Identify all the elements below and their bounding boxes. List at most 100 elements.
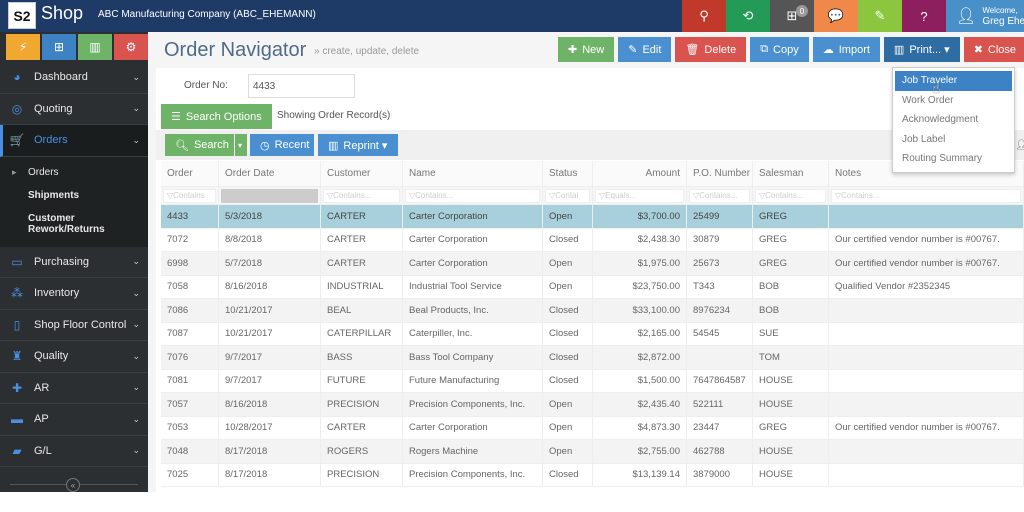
brand-name: Shop — [41, 3, 84, 23]
close-button[interactable]: ✖ Close — [963, 37, 1024, 62]
sidebar-item-g-l[interactable]: ▰ G/L ⌄ — [0, 436, 148, 467]
filter-input[interactable]: ▽ Contains... — [405, 188, 540, 203]
filter-cell — [219, 187, 321, 204]
copy-label: Copy — [773, 43, 799, 56]
filter-input[interactable]: ▽ Contains — [163, 188, 216, 203]
search-options-button[interactable]: ☰ Search Options — [161, 104, 272, 129]
table-row[interactable]: 7076 9/7/2017 BASS Bass Tool Company Closed $… — [161, 346, 1024, 370]
chevron-down-icon: ⌄ — [132, 134, 140, 145]
filter-input[interactable]: ▽ Contains... — [831, 188, 1021, 203]
cell-customer: INDUSTRIAL — [321, 275, 403, 298]
print-button[interactable]: ▥ Print... ▾ — [883, 37, 960, 62]
sidebar-item-ar[interactable]: ✚ AR ⌄ — [0, 373, 148, 404]
org-chart-button[interactable]: ⊞ 0 — [770, 0, 814, 32]
cell-order: 7053 — [161, 416, 219, 439]
search-dropdown-button[interactable]: ▾ — [235, 134, 247, 156]
filter-input[interactable]: ▽ Contains... — [755, 188, 826, 203]
sitemap-button[interactable]: ⊞ — [42, 34, 76, 60]
copy-button[interactable]: ⧉ Copy — [750, 37, 809, 62]
sidebar-collapse[interactable]: « — [0, 478, 148, 492]
table-row[interactable]: 7086 10/21/2017 BEAL Beal Products, Inc. Clo… — [161, 299, 1024, 323]
lightning-button[interactable]: ⚡ — [6, 34, 40, 60]
filter-input[interactable]: ▽ Contains... — [689, 188, 750, 203]
table-row[interactable]: 7025 8/17/2018 PRECISION Precision Componen… — [161, 463, 1024, 487]
sidebar-item-label: Purchasing — [34, 255, 90, 268]
table-row[interactable]: 7081 9/7/2017 FUTURE Future Manufacturing Cl… — [161, 369, 1024, 393]
gears-button[interactable]: ⚙ — [114, 34, 148, 60]
cell-order-date: 8/17/2018 — [219, 440, 321, 463]
column-header[interactable]: Status — [543, 161, 593, 186]
welcome-text: Welcome, — [982, 6, 1018, 15]
help-button[interactable]: ? — [902, 0, 946, 32]
rocket-button[interactable]: ⚲ — [682, 0, 726, 32]
cell-amount: $1,500.00 — [593, 369, 687, 392]
reprint-button[interactable]: ▥ Reprint ▾ — [318, 134, 398, 156]
table-row[interactable]: 7072 8/8/2018 CARTER Carter Corporation Clos… — [161, 228, 1024, 252]
import-icon: ☁ — [822, 44, 834, 56]
cell-p-o-number: T343 — [687, 275, 753, 298]
order-no-input[interactable] — [248, 74, 355, 98]
sidebar-item-orders[interactable]: 🛒 Orders ⌄ — [0, 125, 148, 157]
print-menu-item-acknowledgment[interactable]: Acknowledgment — [893, 110, 1014, 130]
cell-salesman: BOB — [753, 275, 829, 298]
sidebar-item-quality[interactable]: ♜ Quality ⌄ — [0, 341, 148, 373]
table-row[interactable]: 7058 8/16/2018 INDUSTRIAL Industrial Tool S… — [161, 275, 1024, 299]
chevron-down-icon: ⌄ — [132, 103, 140, 114]
delete-button[interactable]: 🗑 Delete — [675, 37, 747, 62]
new-label: New — [582, 43, 605, 56]
table-row[interactable]: 7048 8/17/2018 ROGERS Rogers Machine Open $2,… — [161, 440, 1024, 464]
table-row[interactable]: 6998 5/7/2018 CARTER Carter Corporation Open… — [161, 252, 1024, 276]
user-menu[interactable]: 👤︎ Welcome,Greg Ehemann — [946, 0, 1024, 32]
cell-customer: CATERPILLAR — [321, 322, 403, 345]
cell-p-o-number — [687, 346, 753, 369]
submenu-item-shipments[interactable]: Shipments — [0, 184, 148, 207]
edit-button[interactable]: ✎ Edit — [618, 37, 672, 62]
new-button[interactable]: ✚ New — [558, 37, 615, 62]
search-button[interactable]: 🔍︎ Search — [165, 134, 234, 156]
filter-input[interactable] — [221, 188, 318, 203]
cell-notes: Our certified vendor number is #00767. — [829, 416, 1024, 439]
cell-status: Open — [543, 205, 593, 228]
submenu-item-orders[interactable]: Orders — [0, 161, 148, 184]
column-header[interactable]: Customer — [321, 161, 403, 186]
sidebar-item-ap[interactable]: ▬ AP ⌄ — [0, 404, 148, 436]
cell-p-o-number: 522111 — [687, 393, 753, 416]
app-logo[interactable]: S2 — [8, 2, 36, 29]
filter-placeholder: Contains... — [699, 191, 738, 200]
column-header[interactable]: Order Date — [219, 161, 321, 186]
cell-order: 7025 — [161, 463, 219, 486]
table-row[interactable]: 7087 10/21/2017 CATERPILLAR Caterpiller, In… — [161, 322, 1024, 346]
filter-input[interactable]: ▽ Equals... — [595, 188, 684, 203]
import-button[interactable]: ☁ Import — [812, 37, 880, 62]
print-menu-item-work-order[interactable]: Work Order — [893, 91, 1014, 111]
column-header[interactable]: Order — [161, 161, 219, 186]
table-row[interactable]: 7053 10/28/2017 CARTER Carter Corporation Op… — [161, 416, 1024, 440]
chart-button[interactable]: ▥ — [78, 34, 112, 60]
table-row[interactable]: 7057 8/16/2018 PRECISION Precision Componen… — [161, 393, 1024, 417]
column-header[interactable]: P.O. Number — [687, 161, 753, 186]
notification-badge: 0 — [796, 5, 808, 17]
cell-customer: CARTER — [321, 228, 403, 251]
edit-button[interactable]: ✎ — [858, 0, 902, 32]
cell-amount: $2,435.40 — [593, 393, 687, 416]
column-header[interactable]: Amount — [593, 161, 687, 186]
print-menu-item-job-label[interactable]: Job Label — [893, 130, 1014, 150]
filter-input[interactable]: ▽ Contains... — [323, 188, 400, 203]
refresh-button[interactable]: ⟲ — [726, 0, 770, 32]
chat-button[interactable]: 💬 — [814, 0, 858, 32]
column-header[interactable]: Name — [403, 161, 543, 186]
sidebar-item-quoting[interactable]: ◎ Quoting ⌄ — [0, 94, 148, 125]
tablet-icon: ▯ — [13, 317, 21, 332]
column-header[interactable]: Salesman — [753, 161, 829, 186]
sidebar-item-shop-floor-control[interactable]: ▯ Shop Floor Control ⌄ — [0, 310, 148, 341]
sidebar-item-inventory[interactable]: ⁂ Inventory ⌄ — [0, 278, 148, 310]
sidebar-item-purchasing[interactable]: ▭ Purchasing ⌄ — [0, 247, 148, 278]
print-menu-item-routing-summary[interactable]: Routing Summary — [893, 149, 1014, 169]
submenu-item-customer-rework-returns[interactable]: Customer Rework/Returns — [0, 207, 148, 241]
print-menu-item-job-traveler[interactable]: Job Traveler — [895, 71, 1012, 91]
filter-input[interactable]: ▽ Contai — [545, 188, 590, 203]
recent-button[interactable]: ◷ Recent — [250, 134, 314, 156]
sidebar-item-dashboard[interactable]: ◕ Dashboard ⌄ — [0, 62, 148, 94]
collapse-icon[interactable]: « — [66, 478, 80, 492]
table-row[interactable]: 4433 5/3/2018 CARTER Carter Corporation Open… — [161, 205, 1024, 229]
